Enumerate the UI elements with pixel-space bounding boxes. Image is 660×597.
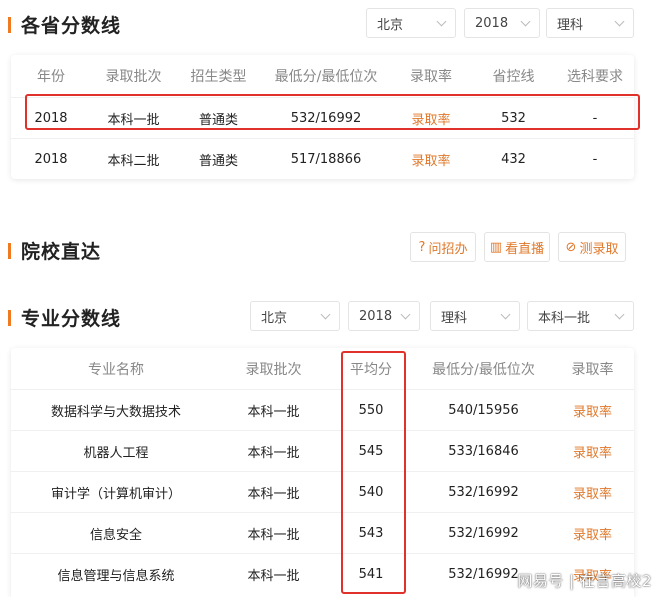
major-subject-select[interactable]: 理科 [430,301,520,331]
province-select[interactable]: 北京 [366,8,456,38]
year-select-value: 2018 [359,308,393,324]
cell-major-name: 数据科学与大数据技术 [50,404,181,420]
title-accent-bar [8,242,11,259]
major-year-select[interactable]: 2018 [348,301,420,331]
cell-batch: 本科一批 [247,445,300,461]
cell-min-score: 533/16846 [448,443,519,459]
cell-batch: 本科一批 [247,568,300,584]
province-select-value: 北京 [261,310,288,326]
header-year: 年份 [37,69,65,85]
button-label: 测录取 [579,241,619,257]
test-icon: ⊘ [565,239,577,255]
cell-min-score: 540/15956 [448,402,519,418]
watermark: 网易号 | 在言高校2 [517,572,652,590]
table-header-row: 年份 录取批次 招生类型 最低分/最低位次 录取率 省控线 选科要求 [11,55,634,97]
cell-requirement: - [592,151,598,167]
cell-min-score: 517/18866 [290,151,362,167]
title-accent-bar [8,309,11,326]
section-title-direct: 院校直达 [8,237,101,264]
cell-control-line: 432 [501,151,526,167]
cell-min-score: 532/16992 [448,484,519,500]
chevron-down-icon [520,16,531,26]
header-batch: 录取批次 [245,361,302,378]
section-title-text: 专业分数线 [21,308,122,330]
subject-select-value: 理科 [557,17,584,33]
table-row: 审计学（计算机审计） 本科一批 540 532/16992 录取率 [11,471,634,512]
header-type: 招生类型 [190,69,247,85]
question-circle-icon: ? [418,239,426,255]
header-rate: 录取率 [571,361,614,378]
header-batch: 录取批次 [105,69,162,85]
test-admission-button[interactable]: ⊘ 测录取 [558,232,626,262]
chevron-down-icon [400,309,411,319]
chevron-down-icon [500,309,511,319]
header-min-score: 最低分/最低位次 [274,69,378,85]
rate-link[interactable]: 录取率 [551,401,634,420]
table-row: 机器人工程 本科一批 545 533/16846 录取率 [11,430,634,471]
cell-year: 2018 [34,151,68,167]
chevron-down-icon [320,309,331,319]
section-title-text: 各省分数线 [21,15,122,37]
button-label: 看直播 [505,241,545,257]
year-select-value: 2018 [475,15,509,31]
table-row: 2018 本科二批 普通类 517/18866 录取率 432 - [11,138,634,179]
cell-major-name: 审计学（计算机审计） [50,486,181,502]
major-province-select[interactable]: 北京 [250,301,340,331]
province-select-value: 北京 [377,17,404,33]
batch-select-value: 本科一批 [538,310,591,326]
major-score-table: 专业名称 录取批次 平均分 最低分/最低位次 录取率 数据科学与大数据技术 本科… [11,348,634,597]
cell-type: 普通类 [198,153,238,169]
rate-link[interactable]: 录取率 [551,483,634,502]
chevron-down-icon [614,309,625,319]
section-title-text: 院校直达 [21,241,102,263]
rate-link[interactable]: 录取率 [551,442,634,461]
header-rate: 录取率 [410,69,452,85]
highlight-box-average [341,351,406,594]
subject-select-value: 理科 [441,310,468,326]
rate-link[interactable]: 录取率 [551,524,634,543]
header-control-line: 省控线 [492,69,535,85]
major-batch-select[interactable]: 本科一批 [527,301,634,331]
cell-major-name: 信息管理与信息系统 [57,568,175,584]
rate-link[interactable]: 录取率 [391,150,471,169]
table-header-row: 专业名称 录取批次 平均分 最低分/最低位次 录取率 [11,348,634,389]
subject-select[interactable]: 理科 [546,8,634,38]
table-row: 数据科学与大数据技术 本科一批 550 540/15956 录取率 [11,389,634,430]
cell-major-name: 信息安全 [89,527,142,543]
header-min-score: 最低分/最低位次 [432,361,535,378]
button-label: 问招办 [428,241,468,257]
section-title-province-scores: 各省分数线 [8,11,121,38]
table-row: 信息安全 本科一批 543 532/16992 录取率 [11,512,634,553]
cell-batch: 本科一批 [247,486,300,502]
chevron-down-icon [614,16,625,26]
highlight-box [25,94,640,130]
header-major-name: 专业名称 [88,361,144,378]
live-icon: ▥ [489,239,503,255]
title-accent-bar [8,16,11,33]
header-requirement: 选科要求 [567,69,623,85]
cell-batch: 本科二批 [107,153,160,169]
chevron-down-icon [436,16,447,26]
watch-live-button[interactable]: ▥ 看直播 [484,232,550,262]
cell-batch: 本科一批 [247,527,300,543]
ask-admissions-button[interactable]: ? 问招办 [410,232,476,262]
section-title-major-scores: 专业分数线 [8,304,121,331]
cell-major-name: 机器人工程 [83,445,149,461]
cell-batch: 本科一批 [247,404,300,420]
year-select[interactable]: 2018 [464,8,540,38]
cell-min-score: 532/16992 [448,525,519,541]
